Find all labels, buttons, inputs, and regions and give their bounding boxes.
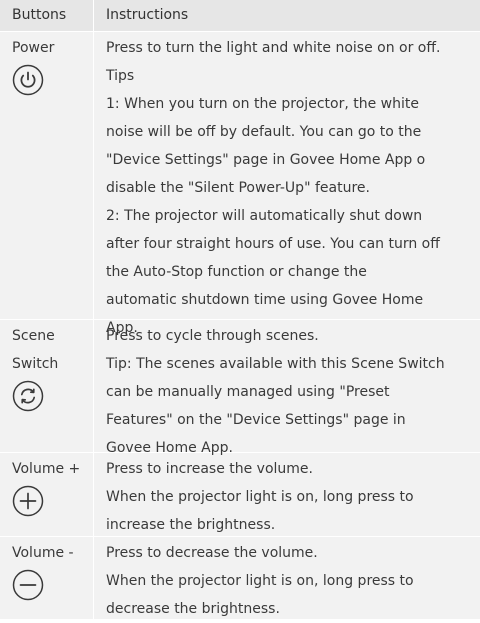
power-icon bbox=[12, 64, 44, 96]
instructions-table: Buttons Instructions Power Press to turn… bbox=[0, 0, 480, 620]
button-cell: Scene Switch bbox=[0, 320, 94, 452]
button-cell: Volume - bbox=[0, 537, 94, 619]
instruction-line: Press to turn the light and white noise … bbox=[106, 40, 441, 56]
table-header: Buttons Instructions bbox=[0, 0, 480, 32]
instruction-line: Tips bbox=[106, 68, 135, 84]
instruction-line: When the projector light is on, long pre… bbox=[106, 489, 414, 505]
instruction-cell: Press to increase the volume. When the p… bbox=[94, 453, 480, 536]
scene-switch-icon bbox=[12, 380, 44, 412]
button-name: Power bbox=[12, 40, 55, 56]
instruction-line: decrease the brightness. bbox=[106, 601, 280, 617]
button-name: Scene bbox=[12, 328, 55, 344]
instruction-line: 1: When you turn on the projector, the w… bbox=[106, 96, 419, 112]
instruction-cell: Press to cycle through scenes. Tip: The … bbox=[94, 320, 480, 456]
instruction-line: increase the brightness. bbox=[106, 517, 276, 533]
instruction-line: automatic shutdown time using Govee Home bbox=[106, 292, 424, 308]
instruction-line: Press to decrease the volume. bbox=[106, 545, 318, 561]
table-row-volume-up: Volume + Press to increase the volume. W… bbox=[0, 453, 480, 537]
button-cell: Volume + bbox=[0, 453, 94, 536]
plus-icon bbox=[12, 485, 44, 517]
header-instructions: Instructions bbox=[106, 7, 189, 23]
button-name: Volume + bbox=[12, 461, 81, 477]
instruction-line: Press to increase the volume. bbox=[106, 461, 313, 477]
instruction-line: can be manually managed using "Preset bbox=[106, 384, 390, 400]
instruction-line: disable the "Silent Power-Up" feature. bbox=[106, 180, 370, 196]
instruction-line: When the projector light is on, long pre… bbox=[106, 573, 414, 589]
instruction-line: 2: The projector will automatically shut… bbox=[106, 208, 423, 224]
instruction-line: the Auto-Stop function or change the bbox=[106, 264, 367, 280]
button-name: Switch bbox=[12, 356, 59, 372]
button-name: Volume - bbox=[12, 545, 74, 561]
table-row-power: Power Press to turn the light and white … bbox=[0, 32, 480, 336]
instruction-line: after four straight hours of use. You ca… bbox=[106, 236, 440, 252]
button-cell: Power bbox=[0, 32, 94, 319]
header-buttons: Buttons bbox=[0, 0, 94, 31]
minus-icon bbox=[12, 569, 44, 601]
instruction-line: Features" on the "Device Settings" page … bbox=[106, 412, 406, 428]
instruction-cell: Press to decrease the volume. When the p… bbox=[94, 537, 480, 619]
instruction-line: "Device Settings" page in Govee Home App… bbox=[106, 152, 426, 168]
instruction-line: Tip: The scenes available with this Scen… bbox=[106, 356, 445, 372]
instruction-cell: Press to turn the light and white noise … bbox=[94, 32, 480, 336]
instruction-line: noise will be off by default. You can go… bbox=[106, 124, 422, 140]
table-row-volume-down: Volume - Press to decrease the volume. W… bbox=[0, 537, 480, 620]
table-row-scene-switch: Scene Switch Press to cycle through scen… bbox=[0, 320, 480, 456]
instruction-line: Press to cycle through scenes. bbox=[106, 328, 319, 344]
